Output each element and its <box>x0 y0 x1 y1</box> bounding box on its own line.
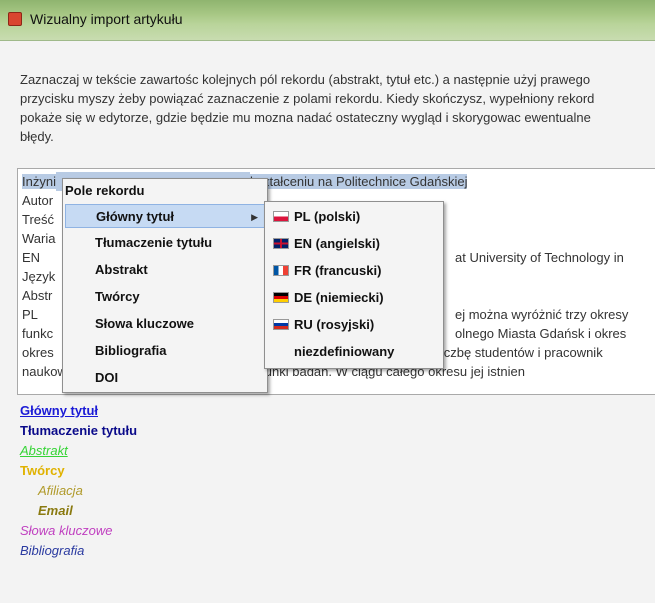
legend-item-abstrakt[interactable]: Abstrakt <box>20 443 68 458</box>
editor-line[interactable]: PL <box>22 305 38 324</box>
legend-item-slowa-kluczowe[interactable]: Słowa kluczowe <box>20 523 113 538</box>
editor-line[interactable]: Język <box>22 267 55 286</box>
instructions: Zaznaczaj w tekście zawartośc kolejnych … <box>20 70 655 146</box>
editor-line[interactable]: Treść <box>22 210 54 229</box>
menu-item-label: Bibliografia <box>95 343 167 358</box>
menu-item-tworcy[interactable]: Twórcy ▶ <box>65 285 295 309</box>
legend-item-bibliografia[interactable]: Bibliografia <box>20 543 84 558</box>
fr-flag-icon <box>273 265 289 276</box>
instructions-line: pokaże się w edytorze, gdzie będzie mu m… <box>20 110 591 125</box>
editor-line[interactable]: funkc <box>22 324 53 343</box>
instructions-line: przycisku myszy żeby powiązać zaznaczeni… <box>20 91 595 106</box>
de-flag-icon <box>273 292 289 303</box>
legend-item-tworcy[interactable]: Twórcy <box>20 463 65 478</box>
instructions-line: Zaznaczaj w tekście zawartośc kolejnych … <box>20 72 591 87</box>
language-submenu: PL (polski) EN (angielski) FR (francuski… <box>264 201 444 369</box>
editor-line[interactable]: Waria <box>22 229 55 248</box>
title-bar: Wizualny import artykułu <box>0 0 655 41</box>
pl-flag-icon <box>273 211 289 222</box>
menu-item-label: Słowa kluczowe <box>95 316 194 331</box>
submenu-item-label: niezdefiniowany <box>294 344 395 359</box>
submenu-item-en[interactable]: EN (angielski) <box>273 232 380 256</box>
legend-item-email[interactable]: Email <box>38 503 73 518</box>
menu-item-label: Tłumaczenie tytułu <box>95 235 213 250</box>
submenu-item-label: PL (polski) <box>294 209 361 224</box>
submenu-item-label: FR (francuski) <box>294 263 382 278</box>
editor-line[interactable]: EN <box>22 248 40 267</box>
legend-item-glowny-tytul[interactable]: Główny tytuł <box>20 403 98 418</box>
context-menu-header: Pole rekordu <box>65 183 145 198</box>
menu-item-doi[interactable]: DOI <box>65 366 295 390</box>
editor-line-fragment[interactable]: ej można wyróżnić trzy okresy <box>455 305 628 324</box>
submenu-item-de[interactable]: DE (niemiecki) <box>273 286 384 310</box>
menu-item-glowny-tytul[interactable]: Główny tytuł ▶ <box>65 204 265 228</box>
selected-text-start[interactable]: Inżyni <box>22 174 56 189</box>
en-flag-icon <box>273 238 289 249</box>
menu-item-label: Twórcy <box>95 289 140 304</box>
editor-line[interactable]: okres <box>22 343 54 362</box>
submenu-item-ru[interactable]: RU (rosyjski) <box>273 313 374 337</box>
submenu-item-label: RU (rosyjski) <box>294 317 375 332</box>
menu-item-tlumaczenie-tytulu[interactable]: Tłumaczenie tytułu ▶ <box>65 231 295 255</box>
editor-line-fragment[interactable]: olnego Miasta Gdańsk i okres <box>455 324 626 343</box>
menu-item-bibliografia[interactable]: Bibliografia <box>65 339 295 363</box>
menu-item-label: Abstrakt <box>95 262 148 277</box>
menu-item-label: DOI <box>95 370 119 385</box>
menu-item-slowa-kluczowe[interactable]: Słowa kluczowe ▶ <box>65 312 295 336</box>
record-field-context-menu: Pole rekordu Główny tytuł ▶ Tłumaczenie … <box>62 178 289 393</box>
submenu-item-fr[interactable]: FR (francuski) <box>273 259 381 283</box>
editor-line[interactable]: Autor <box>22 191 53 210</box>
legend-item-tlumaczenie-tytulu[interactable]: Tłumaczenie tytułu <box>20 423 137 438</box>
legend-item-afiliacja[interactable]: Afiliacja <box>38 483 83 498</box>
app-icon <box>8 12 22 26</box>
ru-flag-icon <box>273 319 289 330</box>
submenu-item-undefined[interactable]: niezdefiniowany <box>294 340 394 364</box>
window-title: Wizualny import artykułu <box>30 11 183 27</box>
submenu-item-pl[interactable]: PL (polski) <box>273 205 360 229</box>
menu-item-abstrakt[interactable]: Abstrakt ▶ <box>65 258 295 282</box>
editor-line[interactable]: Abstr <box>22 286 52 305</box>
menu-item-label: Główny tytuł <box>96 209 174 224</box>
submenu-item-label: DE (niemiecki) <box>294 290 384 305</box>
editor-line-fragment[interactable]: at University of Technology in <box>455 248 624 267</box>
instructions-line: błędy. <box>20 129 54 144</box>
submenu-item-label: EN (angielski) <box>294 236 380 251</box>
selected-text-end[interactable]: kształceniu na Politechnice Gdańskiej <box>249 174 468 189</box>
submenu-arrow-icon: ▶ <box>251 212 258 222</box>
